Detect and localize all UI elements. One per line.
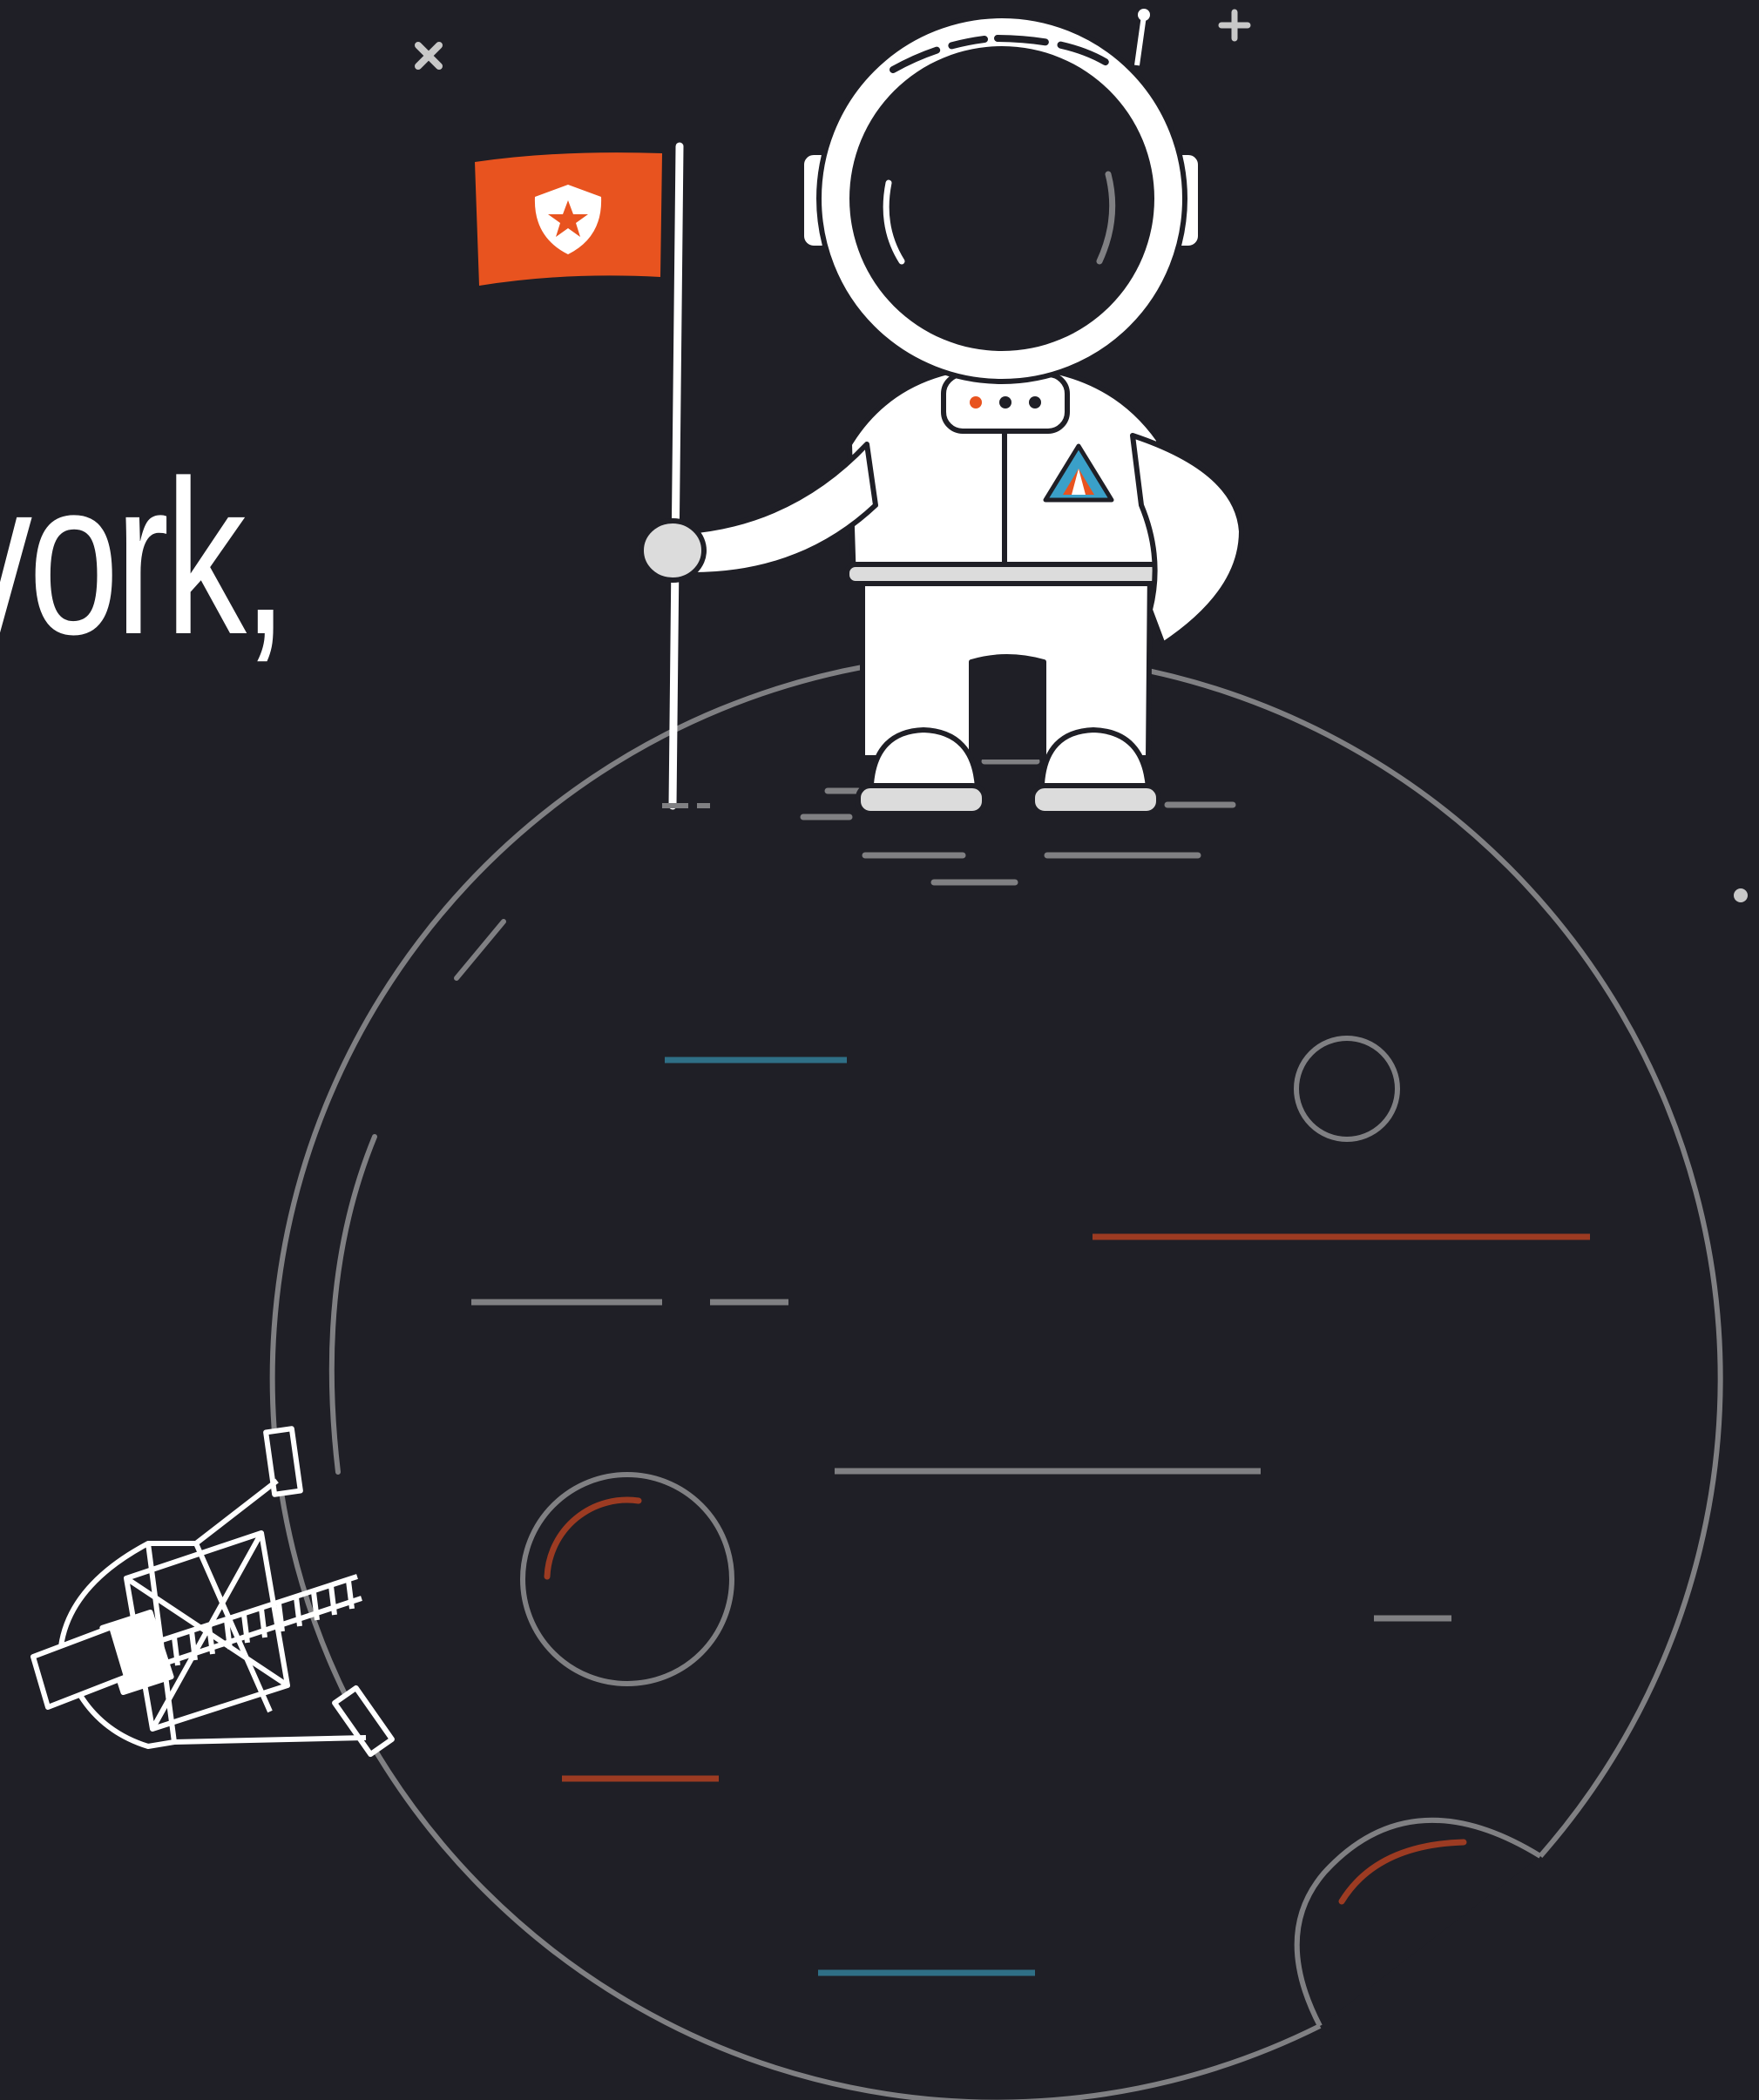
star-cross-icon bbox=[415, 42, 443, 70]
star-plus-icon bbox=[1218, 9, 1251, 42]
astronaut-icon bbox=[639, 9, 1244, 816]
error-page-canvas: vork, bbox=[0, 0, 1759, 2100]
star-dot-icon bbox=[1734, 888, 1748, 902]
flag-icon bbox=[475, 142, 710, 810]
satellite-icon bbox=[30, 1426, 395, 1758]
astronaut-on-planet-illustration bbox=[30, 9, 1748, 2100]
planet-icon bbox=[269, 652, 1723, 2100]
ground-lines bbox=[800, 758, 1236, 886]
